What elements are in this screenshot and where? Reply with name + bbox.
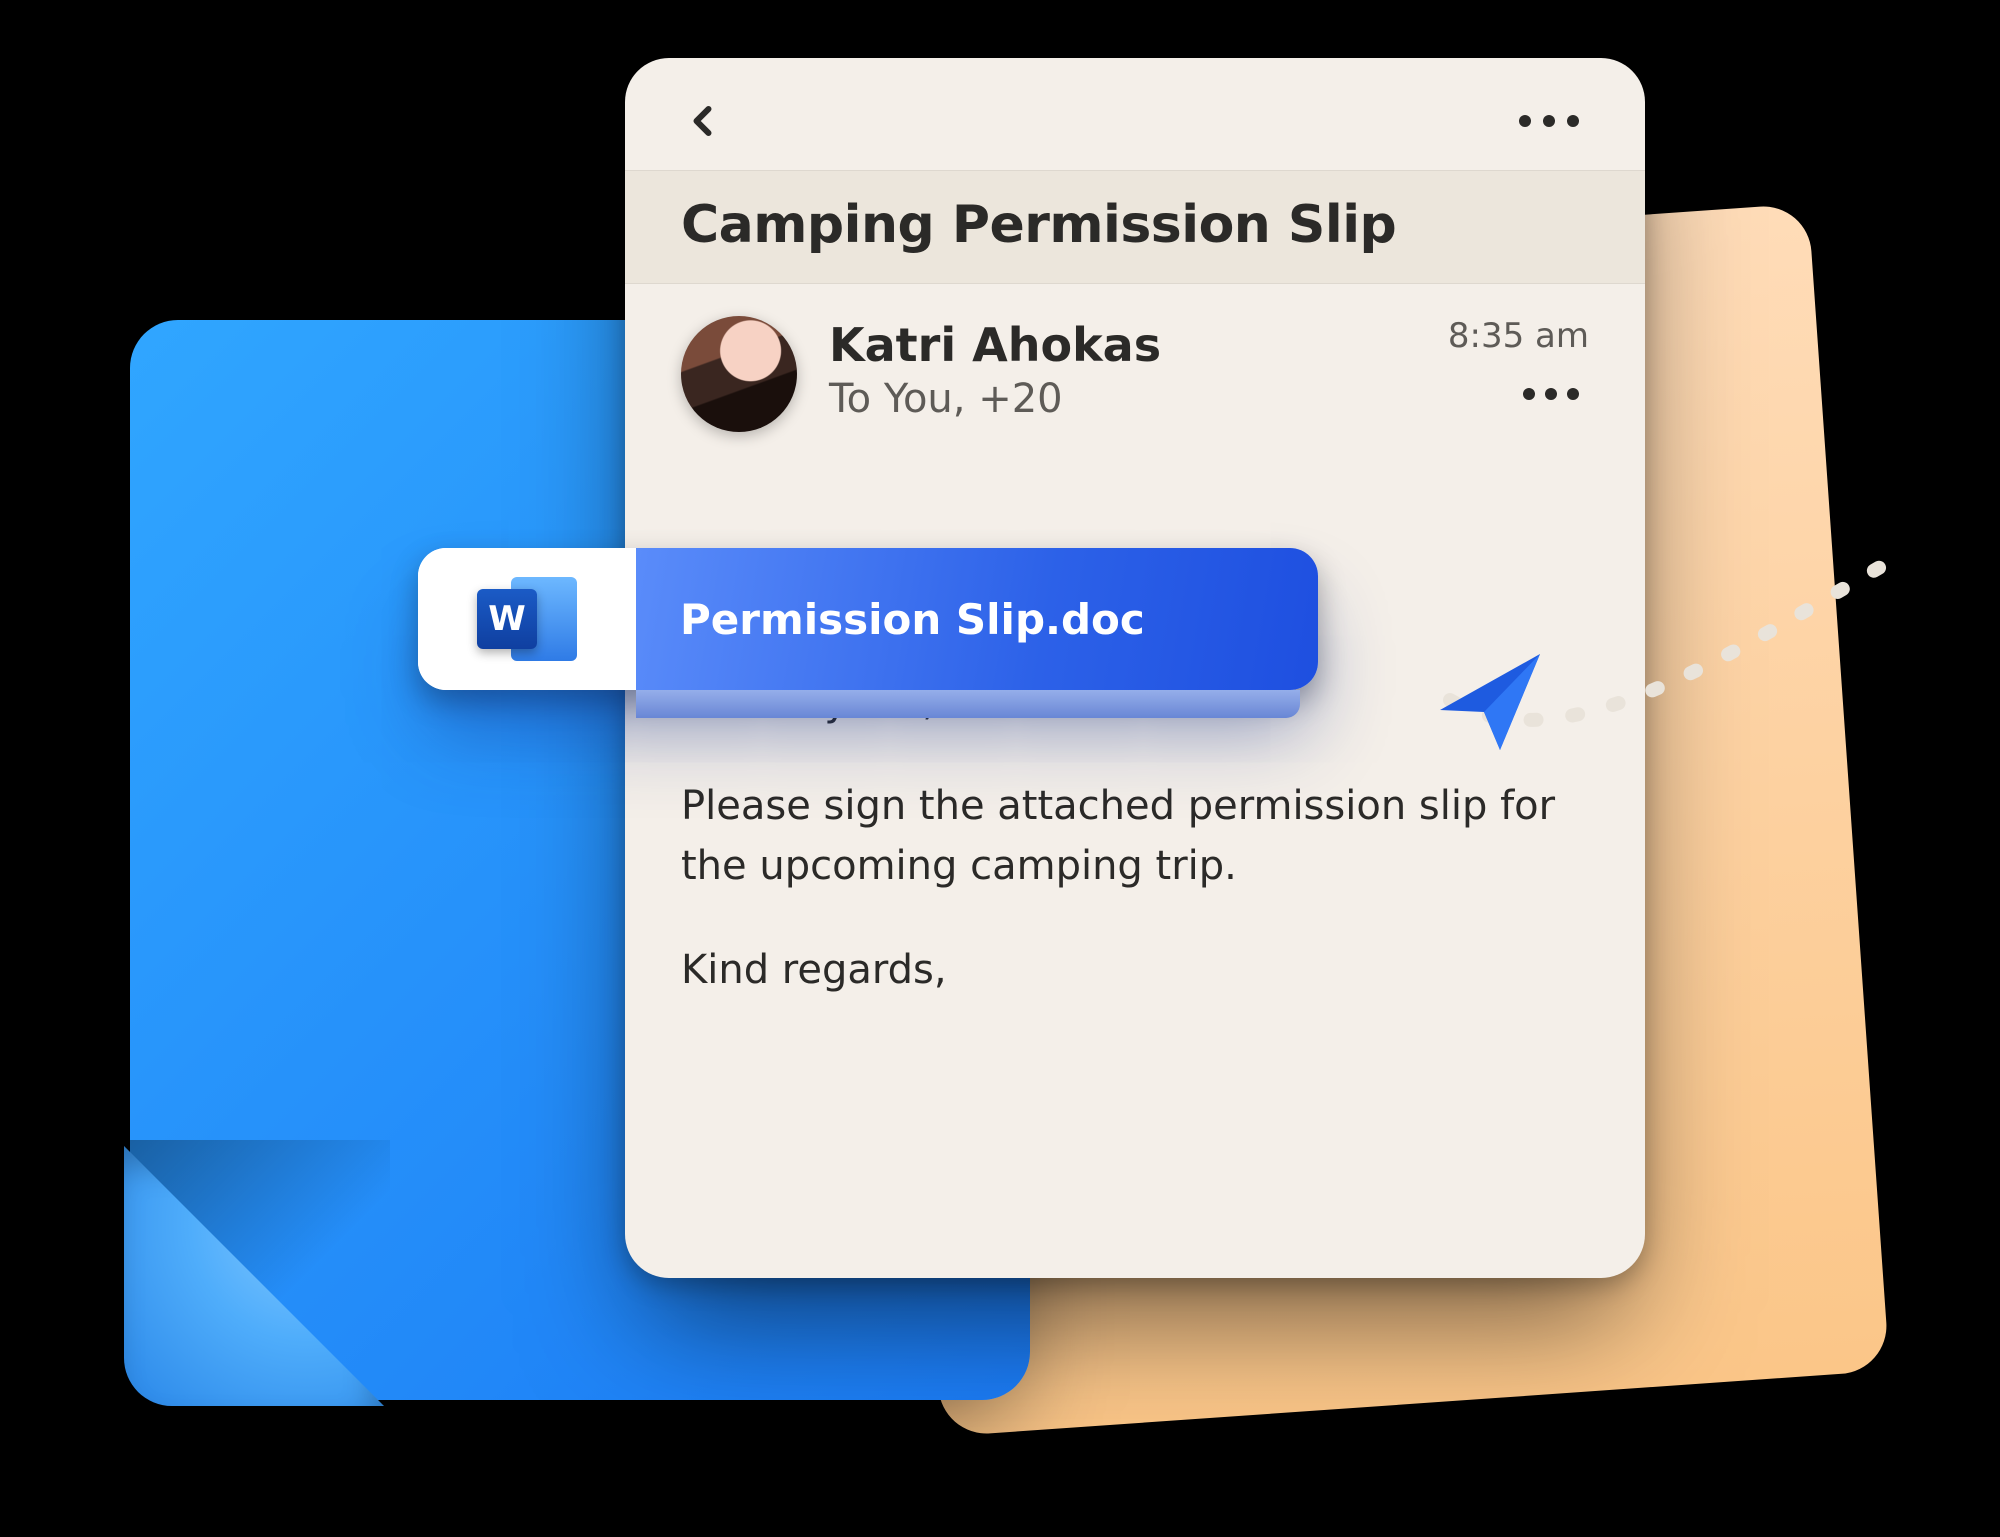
word-doc-icon: W	[477, 573, 577, 665]
sender-row: Katri Ahokas To You, +20 8:35 am	[625, 284, 1645, 432]
more-icon	[1523, 388, 1535, 400]
body-paragraph: Please sign the attached permission slip…	[681, 776, 1589, 896]
email-subject: Camping Permission Slip	[681, 195, 1589, 255]
word-badge-letter: W	[477, 589, 537, 649]
email-time: 8:35 am	[1448, 316, 1589, 356]
email-header	[625, 58, 1645, 170]
sender-name: Katri Ahokas	[829, 318, 1416, 372]
body-signoff: Kind regards,	[681, 940, 1589, 1000]
subject-bar: Camping Permission Slip	[625, 170, 1645, 284]
sender-meta: 8:35 am	[1448, 316, 1589, 410]
more-icon	[1519, 115, 1531, 127]
recipients-line[interactable]: To You, +20	[829, 376, 1416, 422]
paper-plane-icon	[1430, 640, 1550, 760]
sender-info: Katri Ahokas To You, +20	[829, 316, 1416, 422]
more-button[interactable]	[1509, 105, 1589, 137]
avatar[interactable]	[681, 316, 797, 432]
attachment-icon-well: W	[418, 548, 636, 690]
message-more-button[interactable]	[1513, 378, 1589, 410]
attachment-chip[interactable]: W Permission Slip.doc	[418, 548, 1318, 690]
attachment-filename: Permission Slip.doc	[636, 548, 1318, 690]
send-button[interactable]	[1430, 640, 1550, 760]
chevron-left-icon	[686, 103, 722, 139]
back-button[interactable]	[681, 98, 727, 144]
